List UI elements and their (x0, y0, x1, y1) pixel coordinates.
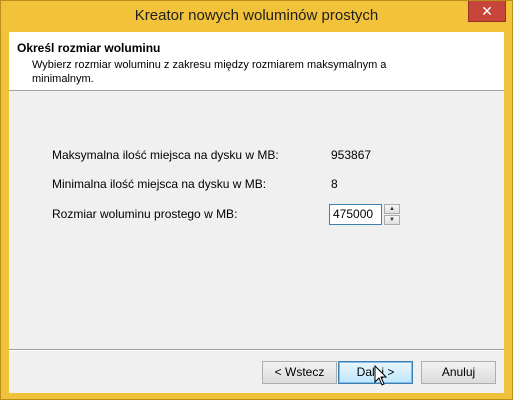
min-size-label: Minimalna ilość miejsca na dysku w MB: (52, 177, 267, 191)
stepper-buttons: ▲ ▼ (384, 204, 400, 225)
volume-size-input[interactable]: 475000 (329, 204, 382, 225)
window-title: Kreator nowych woluminów prostych (134, 7, 379, 24)
wizard-client-area: Określ rozmiar woluminu Wybierz rozmiar … (9, 32, 504, 393)
max-size-value: 953867 (331, 148, 372, 162)
mouse-pointer-icon (374, 365, 388, 386)
close-icon: ✕ (481, 3, 493, 19)
page-description: Wybierz rozmiar woluminu z zakresu międz… (32, 59, 387, 85)
wizard-window: Kreator nowych woluminów prostych ✕ Okre… (0, 0, 513, 400)
chevron-up-icon: ▲ (389, 206, 395, 212)
spin-up-button[interactable]: ▲ (384, 204, 400, 214)
wizard-header: Określ rozmiar woluminu Wybierz rozmiar … (9, 32, 504, 91)
chevron-down-icon: ▼ (389, 217, 395, 223)
close-button[interactable]: ✕ (468, 1, 506, 22)
title-bar[interactable]: Kreator nowych woluminów prostych ✕ (1, 1, 512, 32)
volume-size-label: Rozmiar woluminu prostego w MB: (52, 207, 238, 221)
volume-size-stepper[interactable]: 475000 ▲ ▼ (329, 204, 400, 225)
spin-down-button[interactable]: ▼ (384, 215, 400, 225)
page-title: Określ rozmiar woluminu (17, 41, 161, 55)
back-button[interactable]: < Wstecz (262, 361, 337, 384)
divider (9, 349, 504, 351)
min-size-value: 8 (331, 177, 338, 191)
cancel-button[interactable]: Anuluj (421, 361, 496, 384)
max-size-label: Maksymalna ilość miejsca na dysku w MB: (52, 148, 279, 162)
